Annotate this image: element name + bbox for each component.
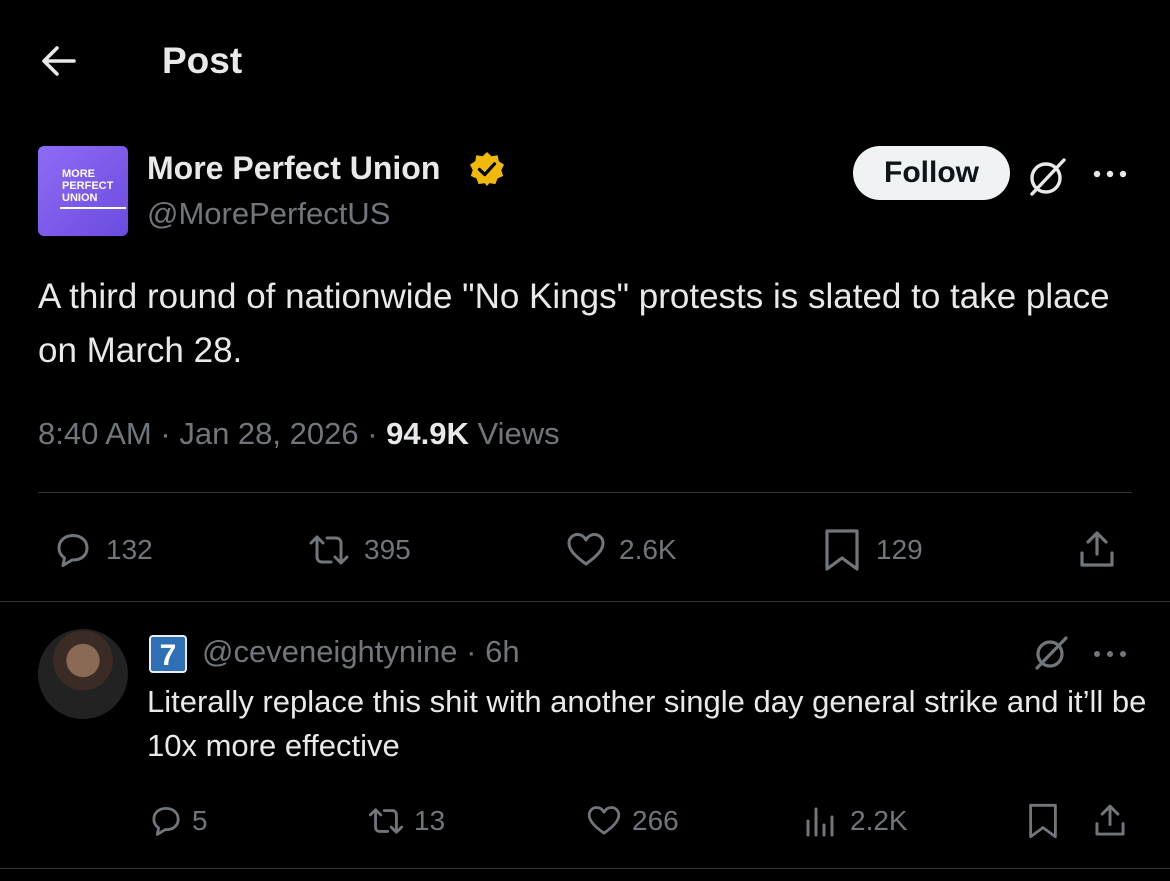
post-meta: 8:40 AM · Jan 28, 2026 · 94.9K Views <box>38 414 560 454</box>
meta-separator: · <box>466 634 477 669</box>
reply-views-button[interactable]: 2.2K <box>804 800 908 842</box>
reply-like-count: 266 <box>632 805 679 836</box>
divider <box>38 492 1132 493</box>
reply-repost-button[interactable]: 13 <box>364 800 445 842</box>
back-button[interactable] <box>36 38 82 84</box>
reply-views-count: 2.2K <box>850 805 908 836</box>
author-name[interactable]: More Perfect Union <box>147 148 440 188</box>
follow-button[interactable]: Follow <box>853 146 1010 200</box>
bookmark-icon <box>1029 803 1057 839</box>
reply-avatar[interactable] <box>38 629 128 719</box>
repost-icon <box>368 808 404 834</box>
reply-share-button[interactable] <box>1090 800 1130 842</box>
views-chart-icon <box>806 807 834 837</box>
reply-reply-count: 5 <box>192 805 208 836</box>
avatar-logo-underline <box>60 207 126 209</box>
arrow-left-icon <box>42 46 76 76</box>
post-time[interactable]: 8:40 AM <box>38 416 152 451</box>
repost-count: 395 <box>364 534 411 565</box>
reply-repost-count: 13 <box>414 805 446 836</box>
grok-icon[interactable] <box>1024 154 1070 200</box>
grok-icon[interactable] <box>1030 632 1072 674</box>
author-handle[interactable]: @MorePerfectUS <box>147 194 390 234</box>
repost-button[interactable]: 395 <box>304 526 411 574</box>
divider <box>0 868 1170 869</box>
meta-separator: · <box>160 416 171 451</box>
reply-count: 132 <box>106 534 153 565</box>
divider <box>0 601 1170 602</box>
heart-icon <box>567 533 605 566</box>
share-icon <box>1095 804 1125 836</box>
reply-icon <box>152 807 180 836</box>
views-label: Views <box>477 416 560 451</box>
reply-handle[interactable]: @ceveneightynine <box>202 634 458 669</box>
reply-like-button[interactable]: 266 <box>584 800 679 842</box>
share-button[interactable] <box>1074 526 1120 574</box>
verified-badge-icon <box>468 150 506 188</box>
share-icon <box>1080 531 1114 567</box>
reply-button[interactable]: 132 <box>50 526 153 574</box>
reply-text: Literally replace this shit with another… <box>147 684 1147 763</box>
post-date[interactable]: Jan 28, 2026 <box>179 416 358 451</box>
page-title: Post <box>162 40 243 81</box>
avatar-logo-text: MORE PERFECT UNION <box>62 168 114 204</box>
reply-meta: @ceveneightynine · 6h <box>202 632 520 672</box>
avatar[interactable]: MORE PERFECT UNION <box>38 146 128 236</box>
bookmark-count: 129 <box>876 534 923 565</box>
bookmark-button[interactable]: 129 <box>820 526 923 574</box>
reply-age[interactable]: 6h <box>485 634 519 669</box>
post-text: A third round of nationwide "No Kings" p… <box>38 277 1110 370</box>
reply-icon <box>57 534 89 567</box>
meta-separator: · <box>367 416 378 451</box>
like-button[interactable]: 2.6K <box>563 526 677 574</box>
views-count: 94.9K <box>386 416 469 451</box>
like-count: 2.6K <box>619 534 677 565</box>
reply-bookmark-button[interactable] <box>1024 800 1062 842</box>
reply-badge-icon: 7 <box>149 635 187 673</box>
repost-icon <box>309 535 349 565</box>
bookmark-icon <box>825 529 859 571</box>
more-options-icon[interactable] <box>1090 160 1130 188</box>
reply-reply-button[interactable]: 5 <box>146 800 208 842</box>
more-options-icon[interactable] <box>1090 640 1130 668</box>
heart-icon <box>587 806 621 835</box>
